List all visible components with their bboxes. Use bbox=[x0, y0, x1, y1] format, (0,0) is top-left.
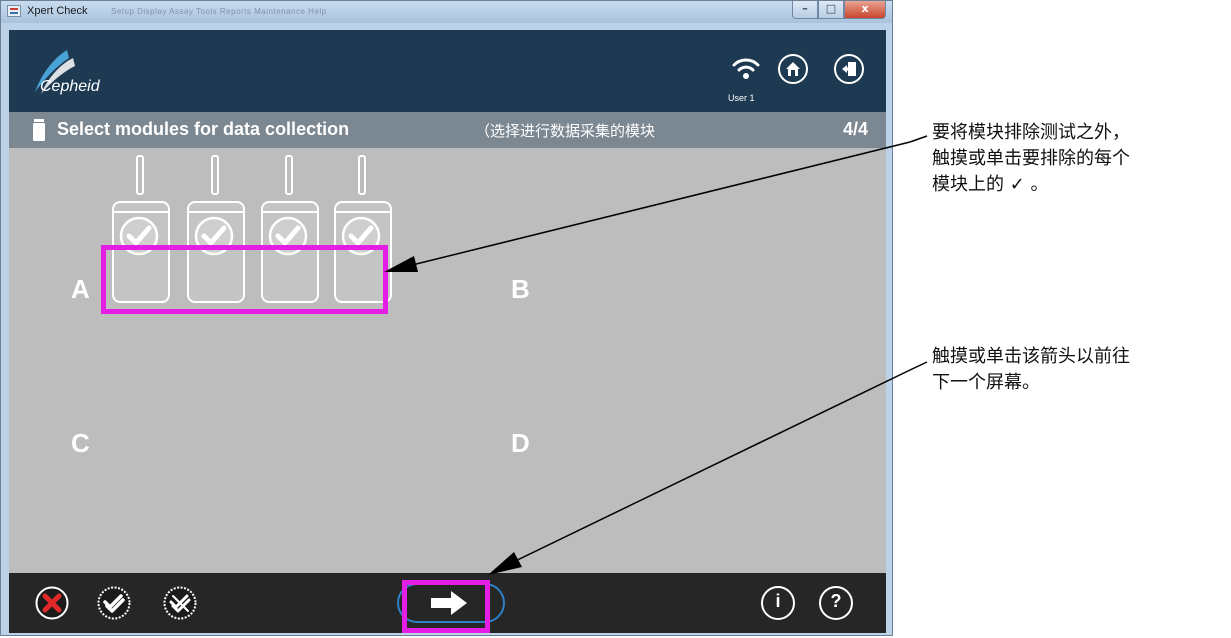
callout-arrowhead bbox=[384, 256, 418, 272]
callout-arrowhead bbox=[488, 552, 522, 575]
callout-arrow-line bbox=[909, 135, 928, 143]
callout-arrow-line bbox=[504, 369, 911, 567]
callout-arrow-line bbox=[909, 361, 928, 371]
callout-arrows bbox=[384, 135, 928, 575]
callout-arrow-line bbox=[399, 141, 911, 269]
